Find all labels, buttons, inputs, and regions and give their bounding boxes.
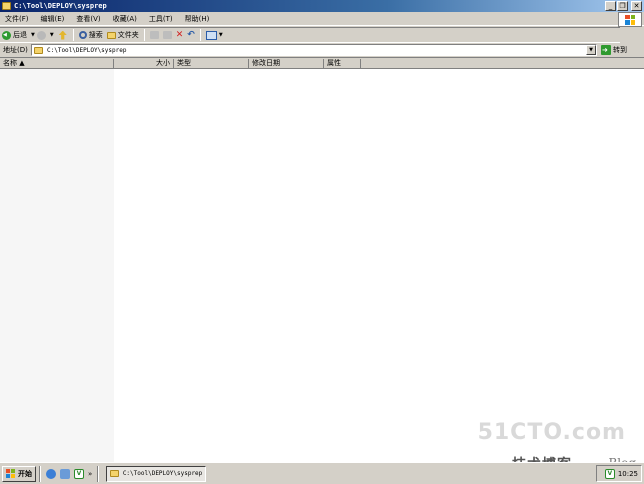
windows-logo xyxy=(618,12,642,27)
taskbar-separator xyxy=(97,465,100,482)
close-button[interactable]: ✕ xyxy=(631,1,642,11)
forward-dropdown-icon[interactable]: ▼ xyxy=(50,32,54,38)
address-input[interactable]: C:\Tool\DEPLOY\sysprep ▼ xyxy=(31,44,597,56)
sorted-column-highlight xyxy=(0,69,114,462)
standard-toolbar: 后退 ▼ ▼ 搜索 文件夹 ✕ ↶ ▼ xyxy=(0,27,620,43)
window-title: C:\Tool\DEPLOY\sysprep xyxy=(14,2,107,10)
vm-tools-icon[interactable]: V xyxy=(74,468,84,479)
go-label: 转到 xyxy=(613,46,627,54)
views-icon[interactable] xyxy=(205,30,217,40)
menu-help[interactable]: 帮助(H) xyxy=(179,14,216,24)
column-header-modified[interactable]: 修改日期 xyxy=(249,59,324,69)
title-bar[interactable]: C:\Tool\DEPLOY\sysprep _ ❐ ✕ xyxy=(0,0,644,12)
file-list[interactable]: 名称 ▲ 大小 类型 修改日期 属性 xyxy=(0,59,644,462)
folder-icon xyxy=(110,470,119,477)
search-button[interactable]: 搜索 xyxy=(77,28,105,42)
back-arrow-icon xyxy=(2,30,11,40)
folder-icon xyxy=(2,2,11,10)
menu-view[interactable]: 查看(V) xyxy=(70,14,106,24)
up-folder-icon[interactable] xyxy=(58,30,67,40)
move-to-icon[interactable] xyxy=(149,31,159,39)
menu-edit[interactable]: 编辑(E) xyxy=(35,14,71,24)
search-label: 搜索 xyxy=(88,31,103,39)
column-headers: 名称 ▲ 大小 类型 修改日期 属性 xyxy=(0,59,644,69)
tray-vm-icon[interactable]: V xyxy=(604,468,615,479)
show-desktop-icon[interactable] xyxy=(60,468,70,479)
minimize-button[interactable]: _ xyxy=(605,1,616,11)
system-tray: V 10:25 xyxy=(596,465,642,482)
menu-bar: 文件(F) 编辑(E) 查看(V) 收藏(A) 工具(T) 帮助(H) xyxy=(0,12,644,26)
forward-button[interactable] xyxy=(36,30,46,40)
folders-icon xyxy=(106,31,116,39)
column-header-size[interactable]: 大小 xyxy=(114,59,174,69)
start-button[interactable]: 开始 xyxy=(2,465,36,482)
address-value: C:\Tool\DEPLOY\sysprep xyxy=(47,46,127,54)
folders-label: 文件夹 xyxy=(117,31,139,39)
column-header-attributes[interactable]: 属性 xyxy=(324,59,361,69)
views-dropdown-icon[interactable]: ▼ xyxy=(219,32,223,38)
start-label: 开始 xyxy=(18,469,32,478)
menu-favorites[interactable]: 收藏(A) xyxy=(107,14,143,24)
maximize-button[interactable]: ❐ xyxy=(617,1,628,11)
taskbar-button-label: C:\Tool\DEPLOY\sysprep xyxy=(122,470,203,477)
go-button[interactable]: 转到 xyxy=(601,45,627,55)
toolbar-separator xyxy=(72,29,74,41)
undo-icon[interactable]: ↶ xyxy=(187,30,195,40)
address-dropdown-icon[interactable]: ▼ xyxy=(586,45,596,55)
search-icon xyxy=(78,31,87,39)
back-dropdown-icon[interactable]: ▼ xyxy=(31,32,35,38)
copy-to-icon[interactable] xyxy=(162,31,172,39)
folders-button[interactable]: 文件夹 xyxy=(105,28,141,42)
toolbar-separator xyxy=(199,29,201,41)
windows-flag-icon xyxy=(625,14,635,25)
back-button[interactable]: 后退 xyxy=(0,28,29,42)
column-header-name[interactable]: 名称 ▲ xyxy=(0,59,114,69)
delete-icon[interactable]: ✕ xyxy=(176,30,184,40)
internet-explorer-icon[interactable] xyxy=(46,468,56,479)
address-label: 地址(D) xyxy=(3,46,28,54)
taskbar-button-explorer[interactable]: C:\Tool\DEPLOY\sysprep xyxy=(106,465,207,482)
go-arrow-icon xyxy=(601,45,611,55)
taskbar: 开始 V » C:\Tool\DEPLOY\sysprep V 10:25 xyxy=(0,462,644,484)
folder-icon xyxy=(34,46,43,54)
quicklaunch-separator xyxy=(39,465,41,482)
toolbar-separator xyxy=(143,29,145,41)
windows-flag-icon xyxy=(6,469,15,478)
quicklaunch-more-button[interactable]: » xyxy=(88,470,92,478)
window-controls: _ ❐ ✕ xyxy=(605,1,642,11)
menu-tools[interactable]: 工具(T) xyxy=(143,14,179,24)
menu-file[interactable]: 文件(F) xyxy=(0,14,35,24)
back-label: 后退 xyxy=(13,31,27,39)
clock[interactable]: 10:25 xyxy=(618,470,638,478)
column-header-filler xyxy=(361,59,644,69)
address-bar: 地址(D) C:\Tool\DEPLOY\sysprep ▼ 转到 xyxy=(0,43,644,58)
column-header-type[interactable]: 类型 xyxy=(174,59,249,69)
